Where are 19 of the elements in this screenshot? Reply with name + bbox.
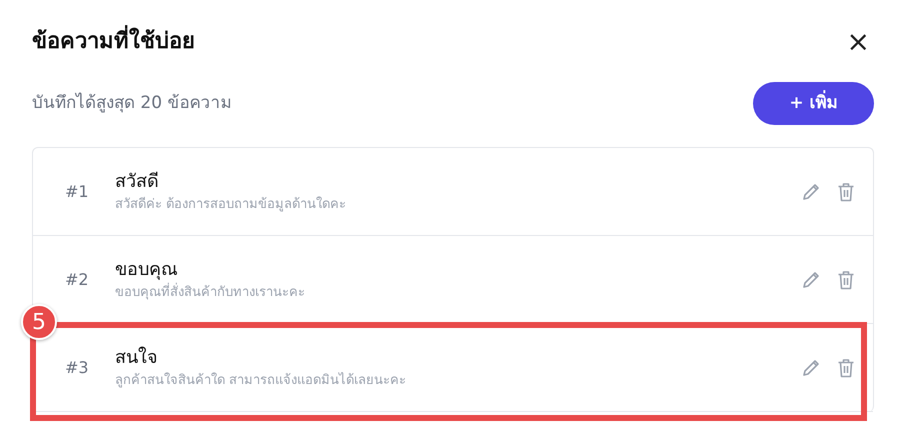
message-text: ขอบคุณที่สั่งสินค้ากับทางเรานะคะ	[115, 283, 801, 303]
step-number: 5	[21, 304, 57, 340]
edit-icon[interactable]	[801, 270, 821, 290]
close-button[interactable]: ×	[842, 28, 874, 56]
edit-icon[interactable]	[801, 182, 821, 202]
message-text: สวัสดีค่ะ ต้องการสอบถามข้อมูลด้านใดคะ	[115, 196, 348, 214]
item-number: #1	[65, 182, 89, 200]
delete-icon[interactable]	[837, 358, 855, 378]
subtitle: บันทึกได้สูงสุด 20 ข้อความ	[32, 92, 232, 115]
delete-icon[interactable]	[837, 182, 855, 202]
message-text: ลูกค้าสนใจสินค้าใด สามารถแจ้งแอดมินได้เลยนะคะ	[115, 371, 408, 390]
message-title: ขอบคุณ	[115, 258, 179, 282]
message-title: สนใจ	[115, 346, 159, 370]
delete-icon[interactable]	[837, 270, 855, 290]
add-button[interactable]: + เพิ่ม	[753, 82, 874, 125]
item-number: #2	[65, 270, 89, 288]
item-number: #3	[65, 358, 89, 376]
edit-icon[interactable]	[801, 358, 821, 378]
message-title: สวัสดี	[115, 170, 160, 194]
